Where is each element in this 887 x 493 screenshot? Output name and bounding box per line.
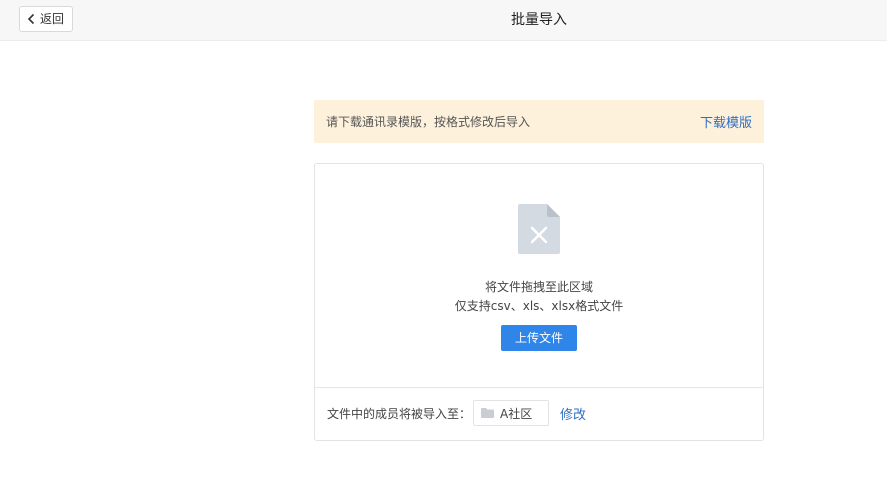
modify-destination-link[interactable]: 修改 bbox=[560, 404, 586, 423]
template-notice: 请下载通讯录模版，按格式修改后导入 下载模版 bbox=[314, 100, 764, 143]
destination-label: 文件中的成员将被导入至： bbox=[327, 406, 472, 421]
chevron-left-icon bbox=[27, 13, 35, 25]
back-button[interactable]: 返回 bbox=[19, 6, 74, 32]
folder-icon bbox=[481, 408, 495, 418]
destination-target: A社区 bbox=[473, 400, 550, 426]
top-bar: 返回 批量导入 bbox=[0, 0, 887, 41]
notice-message: 请下载通讯录模版，按格式修改后导入 bbox=[326, 115, 531, 129]
destination-row: 文件中的成员将被导入至： A社区 修改 bbox=[327, 400, 586, 426]
back-button-label: 返回 bbox=[40, 12, 65, 26]
upload-file-button[interactable]: 上传文件 bbox=[501, 325, 577, 351]
page-title: 批量导入 bbox=[511, 12, 567, 28]
drop-hint: 将文件拖拽至此区域 bbox=[484, 280, 593, 294]
import-panel: 将文件拖拽至此区域 仅支持csv、xls、xlsx格式文件 上传文件 文件中的成… bbox=[314, 163, 764, 441]
download-template-link[interactable]: 下载模版 bbox=[700, 112, 752, 131]
format-hint: 仅支持csv、xls、xlsx格式文件 bbox=[454, 299, 624, 313]
file-dropzone[interactable]: 将文件拖拽至此区域 仅支持csv、xls、xlsx格式文件 上传文件 bbox=[315, 164, 763, 388]
excel-file-icon bbox=[518, 204, 560, 254]
destination-name: A社区 bbox=[500, 406, 533, 421]
